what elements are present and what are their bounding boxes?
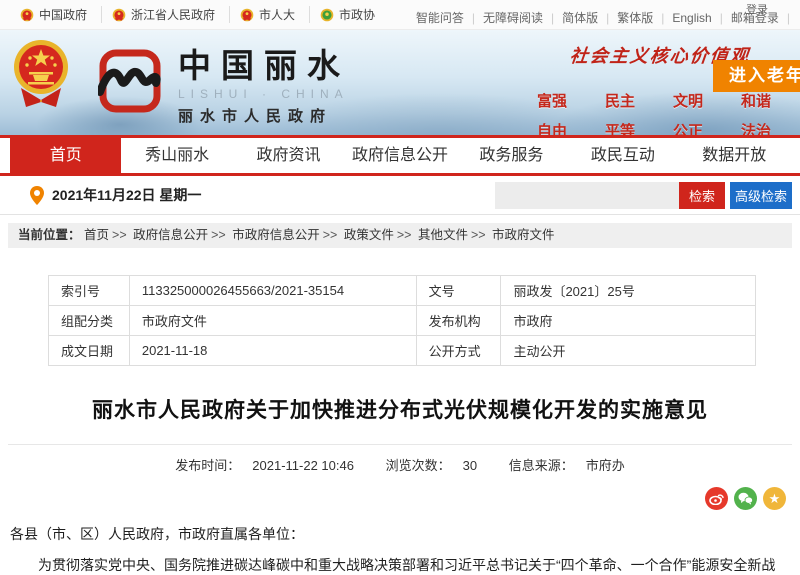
- category-value: 市政府文件: [129, 306, 416, 336]
- disclosure-method-value: 主动公开: [501, 336, 756, 366]
- index-number-label: 索引号: [49, 276, 130, 306]
- article-body: 各县（市、区）人民政府，市政府直属各单位： 为贯彻落实党中央、国务院推进碳达峰碳…: [10, 519, 790, 575]
- main-nav: 首页 秀山丽水 政府资讯 政府信息公开 政务服务 政民互动 数据开放: [0, 135, 800, 176]
- issuing-agency-value: 市政府: [501, 306, 756, 336]
- link-traditional[interactable]: 繁体版: [609, 9, 661, 26]
- breadcrumb-other-docs[interactable]: 其他文件: [418, 228, 468, 242]
- article-title: 丽水市人民政府关于加快推进分布式光伏规模化开发的实施意见: [0, 394, 800, 424]
- nav-item-home[interactable]: 首页: [10, 135, 121, 176]
- link-city-cppcc[interactable]: 市政协: [309, 6, 385, 23]
- nav-item-open-data[interactable]: 数据开放: [679, 138, 790, 173]
- nav-item-scenic-lishui[interactable]: 秀山丽水: [121, 138, 232, 173]
- top-utility-bar: 中国政府 浙江省人民政府 市人大 市政协 智能问答| 无障碍阅读| 简体版| 繁…: [0, 0, 800, 30]
- link-zhejiang-gov[interactable]: 浙江省人民政府: [101, 6, 225, 23]
- publish-time: 2021-11-22 10:46: [252, 458, 354, 473]
- link-english[interactable]: English: [664, 11, 719, 25]
- gov-link-label: 中国政府: [39, 6, 87, 23]
- elderly-version-button[interactable]: 进入老年版: [713, 60, 800, 92]
- national-emblem-icon: [240, 8, 254, 22]
- value-item: 自由: [518, 120, 586, 135]
- breadcrumb-label: 当前位置：: [18, 228, 81, 242]
- wechat-share-icon[interactable]: [734, 487, 757, 510]
- breadcrumb-separator: >>: [109, 228, 130, 242]
- value-item: 和谐: [722, 90, 790, 111]
- breadcrumb-separator: >>: [320, 228, 341, 242]
- current-date: 2021年11月22日 星期一: [52, 185, 201, 205]
- location-pin-icon: [30, 186, 44, 205]
- publish-time-label: 发布时间：: [175, 458, 240, 473]
- breadcrumb-separator: >>: [394, 228, 415, 242]
- national-emblem-icon: [112, 8, 126, 22]
- value-item: 文明: [654, 90, 722, 111]
- disclosure-method-label: 公开方式: [416, 336, 501, 366]
- nav-item-gov-news[interactable]: 政府资讯: [233, 138, 344, 173]
- issue-date-label: 成文日期: [49, 336, 130, 366]
- article-paragraph: 各县（市、区）人民政府，市政府直属各单位：: [10, 519, 790, 550]
- utility-links: 智能问答| 无障碍阅读| 简体版| 繁体版| English| 邮箱登录|: [408, 9, 790, 26]
- gov-link-label: 浙江省人民政府: [131, 6, 215, 23]
- breadcrumb-policy-docs[interactable]: 政策文件: [344, 228, 394, 242]
- breadcrumb-separator: >>: [468, 228, 489, 242]
- login-link[interactable]: 登录: [746, 1, 768, 17]
- article-paragraph: 为贯彻落实党中央、国务院推进碳达峰碳中和重大战略决策部署和习近平总书记关于“四个…: [10, 550, 790, 575]
- qzone-share-icon[interactable]: ★: [763, 487, 786, 510]
- search-input[interactable]: [495, 182, 679, 209]
- cppcc-emblem-icon: [320, 8, 334, 22]
- link-city-congress[interactable]: 市人大: [229, 6, 305, 23]
- gov-link-label: 市人大: [259, 6, 295, 23]
- issue-date-value: 2021-11-18: [129, 336, 416, 366]
- search-box: 检索 高级检索: [495, 182, 792, 209]
- breadcrumb-separator: >>: [208, 228, 229, 242]
- doc-number-label: 文号: [416, 276, 501, 306]
- breadcrumb: 当前位置： 首页>> 政府信息公开>> 市政府信息公开>> 政策文件>> 其他文…: [8, 223, 792, 248]
- value-item: 公正: [654, 120, 722, 135]
- category-label: 组配分类: [49, 306, 130, 336]
- doc-number-value: 丽政发〔2021〕25号: [501, 276, 756, 306]
- document-info-table: 索引号 113325000026455663/2021-35154 文号 丽政发…: [48, 275, 756, 366]
- nav-item-gov-services[interactable]: 政务服务: [456, 138, 567, 173]
- advanced-search-button[interactable]: 高级检索: [730, 182, 792, 209]
- weibo-share-icon[interactable]: [705, 487, 728, 510]
- views-count: 30: [463, 458, 477, 473]
- issuing-agency-label: 发布机构: [416, 306, 501, 336]
- table-row: 索引号 113325000026455663/2021-35154 文号 丽政发…: [49, 276, 756, 306]
- nav-item-info-disclosure[interactable]: 政府信息公开: [344, 138, 455, 173]
- site-subtitle: 丽水市人民政府: [178, 105, 350, 126]
- value-item: 富强: [518, 90, 586, 111]
- lishui-seal-logo: [98, 48, 162, 114]
- breadcrumb-city-info-disclosure[interactable]: 市政府信息公开: [232, 228, 320, 242]
- site-brand[interactable]: 中国丽水 LISHUI · CHINA 丽水市人民政府: [178, 50, 350, 126]
- breadcrumb-info-disclosure[interactable]: 政府信息公开: [133, 228, 208, 242]
- views-label: 浏览次数：: [386, 458, 451, 473]
- index-number-value: 113325000026455663/2021-35154: [129, 276, 416, 306]
- table-row: 成文日期 2021-11-18 公开方式 主动公开: [49, 336, 756, 366]
- breadcrumb-home[interactable]: 首页: [84, 228, 109, 242]
- table-row: 组配分类 市政府文件 发布机构 市政府: [49, 306, 756, 336]
- breadcrumb-city-gov-docs[interactable]: 市政府文件: [492, 228, 555, 242]
- value-item: 平等: [586, 120, 654, 135]
- national-emblem-icon: [12, 38, 70, 108]
- source-label: 信息来源：: [509, 458, 574, 473]
- share-bar: ★: [0, 487, 786, 511]
- national-emblem-icon: [20, 8, 34, 22]
- date-search-bar: 2021年11月22日 星期一 检索 高级检索: [0, 176, 800, 215]
- article-meta: 发布时间： 2021-11-22 10:46 浏览次数： 30 信息来源： 市府办: [8, 444, 792, 474]
- gov-link-label: 市政协: [339, 6, 375, 23]
- link-accessibility[interactable]: 无障碍阅读: [475, 9, 551, 26]
- search-button[interactable]: 检索: [679, 182, 725, 209]
- core-values-grid: 富强 民主 文明 和谐 自由 平等 公正 法治 爱国 敬业 诚信 友善: [518, 90, 790, 135]
- link-china-gov[interactable]: 中国政府: [10, 6, 97, 23]
- link-simplified[interactable]: 简体版: [554, 9, 606, 26]
- gov-links: 中国政府 浙江省人民政府 市人大 市政协: [10, 6, 385, 23]
- value-item: 民主: [586, 90, 654, 111]
- value-item: 法治: [722, 120, 790, 135]
- separator: |: [787, 11, 790, 25]
- site-name: 中国丽水: [178, 50, 350, 84]
- link-smart-qa[interactable]: 智能问答: [408, 9, 472, 26]
- site-name-en: LISHUI · CHINA: [178, 87, 350, 101]
- source-value: 市府办: [586, 458, 625, 473]
- nav-item-interaction[interactable]: 政民互动: [567, 138, 678, 173]
- site-header: 中国丽水 LISHUI · CHINA 丽水市人民政府 社会主义核心价值观 富强…: [0, 30, 800, 135]
